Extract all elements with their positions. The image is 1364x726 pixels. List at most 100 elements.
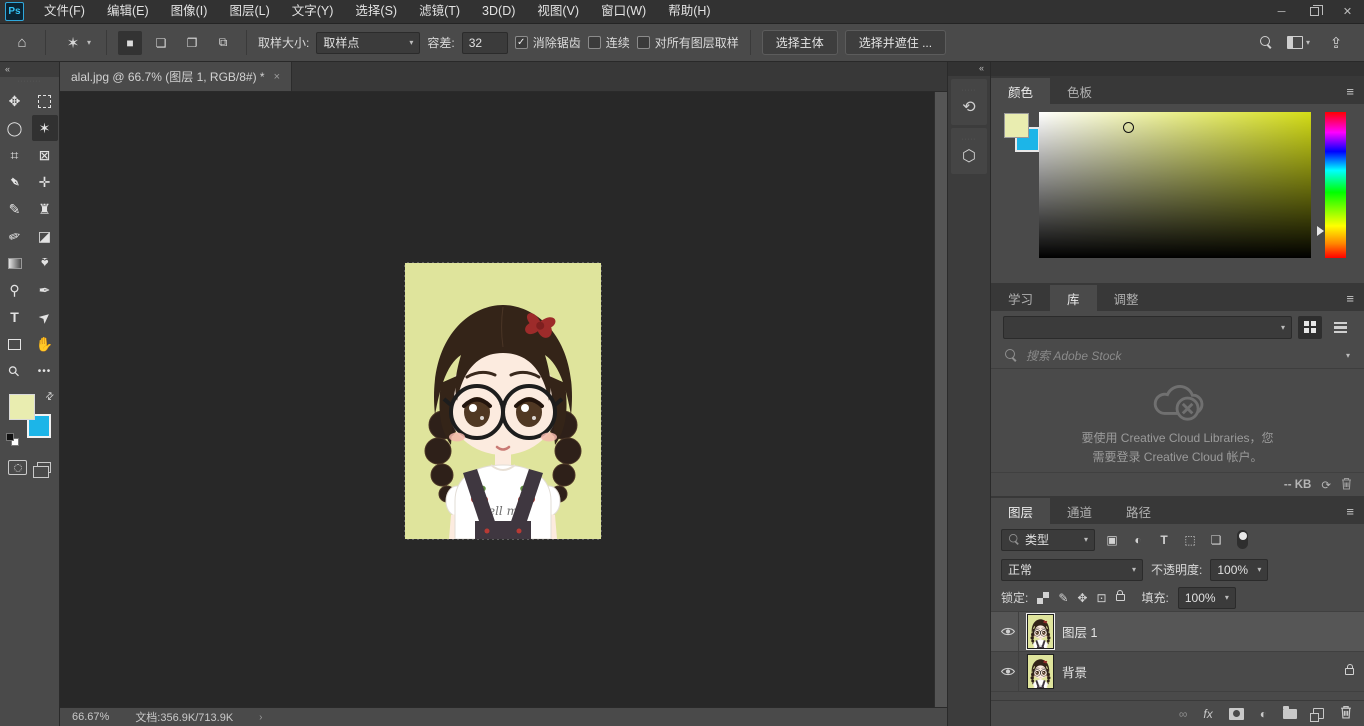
sample-size-dropdown[interactable]: 取样点 ▾ [316,32,420,54]
menu-3d[interactable]: 3D(D) [471,0,526,23]
contiguous-checkbox[interactable] [588,36,601,49]
move-tool[interactable]: ✥ [2,88,28,114]
hue-pointer-icon[interactable] [1317,226,1324,236]
menu-select[interactable]: 选择(S) [344,0,408,23]
type-tool[interactable]: T [2,304,28,330]
layer-filter-toggle[interactable] [1237,530,1248,549]
layer-name[interactable]: 背景 [1062,662,1087,681]
new-adjustment-layer-icon[interactable]: ◐ [1260,707,1267,721]
magic-wand-tool[interactable]: ✶ [32,115,58,141]
layer-styles-icon[interactable]: fx [1203,707,1212,721]
dodge-tool[interactable]: ⚲ [2,277,28,303]
status-chevron-icon[interactable]: › [259,712,262,723]
tolerance-input[interactable] [462,32,508,54]
layer-visibility-toggle[interactable] [997,652,1019,691]
clone-stamp-tool[interactable]: ♜ [32,196,58,222]
list-view-button[interactable] [1328,316,1352,339]
tab-swatches[interactable]: 色板 [1050,78,1109,104]
menu-type[interactable]: 文字(Y) [281,0,345,23]
hand-tool[interactable]: ✋ [32,331,58,357]
hue-slider[interactable] [1325,112,1346,258]
tab-channels[interactable]: 通道 [1050,498,1109,524]
tab-layers[interactable]: 图层 [991,498,1050,524]
new-group-icon[interactable] [1283,709,1297,719]
history-panel-button[interactable]: ∙∙∙∙∙ ⟲ [951,79,987,125]
eyedropper-tool[interactable]: ✒ [2,169,28,195]
document-tab[interactable]: alal.jpg @ 66.7% (图层 1, RGB/8#) * × [60,62,292,91]
adobe-stock-search[interactable]: 搜索 Adobe Stock ▾ [991,343,1364,369]
sync-status-icon[interactable]: ⟳ [1321,478,1331,492]
collapse-tools-icon[interactable]: « [0,62,59,77]
layer-thumbnail[interactable] [1027,654,1054,689]
new-layer-icon[interactable] [1313,708,1324,719]
foreground-color-swatch[interactable] [9,394,35,420]
sample-all-layers-option[interactable]: 对所有图层取样 [637,34,739,51]
menu-edit[interactable]: 编辑(E) [96,0,160,23]
add-to-selection-button[interactable]: ❏ [149,31,173,55]
lock-position-icon[interactable]: ✥ [1077,591,1087,605]
healing-brush-tool[interactable]: ✛ [32,169,58,195]
tab-paths[interactable]: 路径 [1109,498,1168,524]
lock-transparency-icon[interactable] [1037,592,1049,604]
add-layer-mask-icon[interactable] [1229,708,1244,720]
tab-color[interactable]: 颜色 [991,78,1050,104]
anti-alias-option[interactable]: ✓ 消除锯齿 [515,34,581,51]
rectangle-tool[interactable] [2,331,28,357]
canvas-vertical-scrollbar[interactable] [934,92,947,707]
tools-grip[interactable]: ∙∙∙∙∙∙∙∙ [18,79,42,85]
lasso-tool[interactable]: ◯ [2,115,28,141]
layer-filter-dropdown[interactable]: 类型 ▾ [1001,529,1095,551]
delete-layer-icon[interactable] [1340,705,1352,722]
filter-smart-objects-icon[interactable]: ❏ [1207,533,1225,547]
menu-view[interactable]: 视图(V) [526,0,590,23]
select-and-mask-button[interactable]: 选择并遮住 ... [845,30,946,55]
search-icon[interactable] [1260,36,1273,49]
sample-all-layers-checkbox[interactable] [637,36,650,49]
expand-dock-icon[interactable]: « [948,62,990,76]
delete-library-item-icon[interactable] [1341,477,1352,493]
blend-mode-dropdown[interactable]: 正常 ▾ [1001,559,1143,581]
layer-name[interactable]: 图层 1 [1062,622,1097,641]
panel-menu-icon[interactable]: ≡ [1346,78,1364,104]
select-subject-button[interactable]: 选择主体 [762,30,838,55]
panel-menu-icon[interactable]: ≡ [1346,285,1364,311]
workspace-switcher[interactable]: ▾ [1287,36,1310,49]
close-icon[interactable]: ✕ [1331,0,1364,23]
filter-adjustment-layers-icon[interactable]: ◐ [1129,533,1147,547]
home-icon[interactable]: ⌂ [10,34,34,51]
minimize-icon[interactable]: ─ [1265,0,1298,23]
default-colors-icon[interactable] [6,433,19,446]
filter-shape-layers-icon[interactable]: ⬚ [1181,533,1199,547]
menu-window[interactable]: 窗口(W) [590,0,657,23]
path-select-tool[interactable]: ➤ [32,304,58,330]
filter-pixel-layers-icon[interactable]: ▣ [1103,533,1121,547]
opacity-dropdown[interactable]: 100% ▾ [1210,559,1268,581]
restore-icon[interactable] [1298,0,1331,23]
tool-preset-picker[interactable]: ✶ ▾ [57,32,95,54]
frame-tool[interactable]: ⊠ [32,142,58,168]
blur-tool[interactable]: ♠ [32,250,58,276]
properties-panel-button[interactable]: ∙∙∙∙∙ ⬡ [951,128,987,174]
intersect-selection-button[interactable]: ⧉ [211,31,235,55]
tab-libraries[interactable]: 库 [1050,285,1097,311]
crop-tool[interactable]: ⌗ [2,142,28,168]
zoom-tool[interactable]: ⚲ [2,358,28,384]
canvas-image[interactable] [405,263,601,539]
tab-adjustments[interactable]: 调整 [1097,285,1156,311]
eraser-tool[interactable]: ◪ [32,223,58,249]
contiguous-option[interactable]: 连续 [588,34,630,51]
link-layers-icon[interactable]: ∞ [1179,707,1188,721]
menu-filter[interactable]: 滤镜(T) [408,0,471,23]
lock-all-icon[interactable] [1116,594,1125,601]
canvas-area[interactable] [60,92,947,707]
share-icon[interactable]: ⇪ [1324,34,1348,52]
tab-learn[interactable]: 学习 [991,285,1050,311]
edit-toolbar-icon[interactable]: ••• [32,358,58,384]
lock-artboard-icon[interactable]: ⊡ [1096,591,1106,605]
pen-tool[interactable]: ✒ [32,277,58,303]
swap-colors-icon[interactable]: ⇄ [43,390,57,404]
zoom-level[interactable]: 66.67% [72,711,109,723]
panel-menu-icon[interactable]: ≡ [1346,498,1364,524]
library-select-dropdown[interactable]: ▾ [1003,316,1292,339]
foreground-color-well[interactable] [1004,113,1029,138]
